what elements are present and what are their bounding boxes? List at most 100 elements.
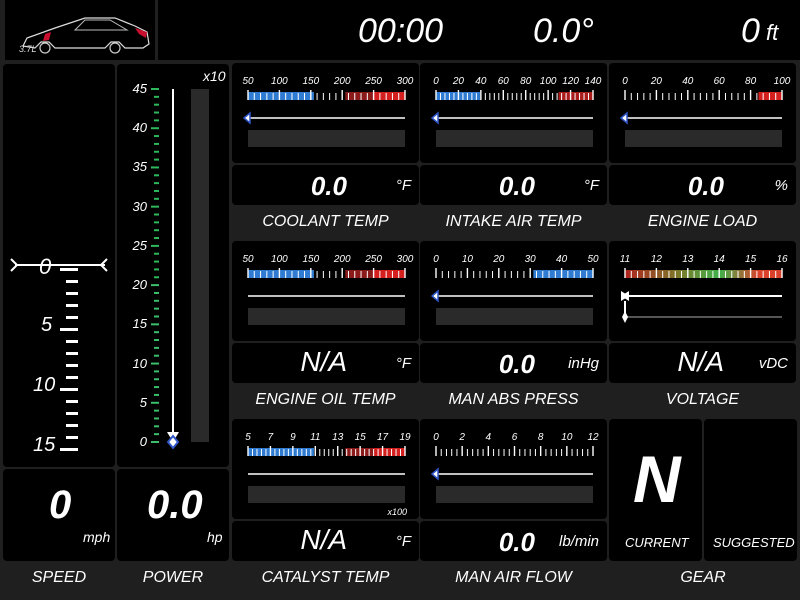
catalyst-value: N/A [300, 524, 347, 555]
speed-tape-panel: 0 5 10 15 [3, 64, 115, 467]
catalyst-scale-label: 17 [377, 432, 389, 443]
catalyst-scale-label: 19 [399, 432, 411, 443]
power-scale-label: 10 [132, 355, 147, 371]
speed-value: 0 [49, 483, 72, 527]
load-scale-label: 20 [650, 76, 663, 87]
oil-scale-label: 50 [242, 254, 254, 265]
coolant-scale-label: 300 [397, 76, 414, 87]
maf-value-panel: 0.0 lb/min [420, 521, 607, 561]
power-scale-tick [154, 378, 159, 381]
oil-scale-label: 200 [333, 254, 351, 265]
power-scale-label: 40 [132, 120, 147, 136]
power-scale-tick [151, 244, 159, 247]
power-scale-tick [154, 229, 159, 232]
power-scale-tick [151, 166, 159, 169]
speed-tape-tick [66, 352, 78, 355]
catalyst-scale-label: 5 [245, 432, 251, 443]
map-scale: 0 10 20 30 40 50 [430, 254, 599, 325]
voltage-scale-label: 13 [682, 254, 694, 265]
catalyst-scale-label: 9 [290, 432, 296, 443]
coolant-scale-label: 100 [271, 76, 288, 87]
power-scale-tick [154, 260, 159, 263]
speed-tape-tick [66, 280, 78, 283]
intake-scale-label: 60 [498, 76, 510, 87]
oil-value-panel: N/A °F [232, 343, 419, 383]
map-scale-label: 0 [433, 254, 439, 265]
power-scale-label: 25 [132, 237, 147, 253]
voltage-title: VOLTAGE [665, 391, 740, 408]
load-scale: 0 20 40 60 80 100 [619, 76, 791, 147]
speed-tape-tick [60, 448, 78, 451]
power-scale-tick [154, 370, 159, 373]
power-title: POWER [142, 569, 204, 586]
catalyst-scale: 5 7 9 11 13 15 17 19 x100 [245, 432, 411, 517]
speed-tape-tick [66, 400, 78, 403]
coolant-unit: °F [395, 177, 411, 194]
intake-scale-label: 40 [475, 76, 487, 87]
power-scale-tick [154, 409, 159, 412]
intake-scale-panel: 0 20 40 60 80 100 120 140 [420, 63, 607, 163]
load-scale-label: 60 [714, 76, 726, 87]
power-scale-label: 0 [139, 434, 147, 449]
maf-unit: lb/min [558, 533, 599, 550]
oil-title: ENGINE OIL TEMP [255, 391, 396, 408]
header-logo-panel: 3.7L [5, 0, 155, 60]
maf-title: MAN AIR FLOW [455, 569, 572, 586]
power-scale-tick [154, 197, 159, 200]
load-scale-label: 100 [774, 76, 791, 87]
power-scale-tick [151, 284, 159, 287]
speed-value-panel: 0 mph [3, 469, 115, 561]
speed-tape-tick [66, 424, 78, 427]
maf-scale-panel: 0 2 4 6 8 10 12 [420, 419, 607, 519]
voltage-unit: vDC [758, 355, 788, 372]
power-scale-tick [154, 252, 159, 255]
speed-unit: mph [83, 529, 111, 545]
clock-readout: 00:00 [358, 12, 444, 50]
coolant-scale-label: 150 [302, 76, 319, 87]
power-scale-label: 35 [132, 159, 147, 175]
pointer-icon [430, 289, 439, 303]
coolant-scale: 50 100 150 200 250 300 [242, 76, 414, 147]
map-value-panel: 0.0 inHg [420, 343, 607, 383]
power-scale-tick [154, 354, 159, 357]
load-value-panel: 0.0% [609, 165, 796, 205]
intake-scale-label: 0 [433, 76, 439, 87]
voltage-scale-label: 11 [620, 254, 630, 265]
power-scale-tick [154, 111, 159, 114]
pointer-icon [242, 111, 251, 125]
power-scale-tick [154, 276, 159, 279]
power-scale-tick [154, 189, 159, 192]
speed-indicator-value: 0 [39, 254, 52, 279]
speed-tape-tick [66, 316, 78, 319]
power-scale-tick [154, 291, 159, 294]
engine-badge: 3.7L [19, 44, 37, 54]
power-pointer-icon [166, 434, 180, 450]
voltage-scale: 11 12 13 14 15 16 [620, 254, 788, 323]
oil-scale: 50 100 150 200 250 300 [242, 254, 414, 325]
intake-title: INTAKE AIR TEMP [445, 213, 582, 230]
gear-suggested-label: SUGGESTED [713, 535, 795, 550]
power-scale-tick [154, 135, 159, 138]
power-scale-tick [151, 401, 159, 404]
power-scale-tick [154, 95, 159, 98]
altitude-value: 0 [741, 12, 760, 50]
map-value: 0.0 [498, 349, 535, 379]
catalyst-value-panel: N/A °F [232, 521, 419, 561]
speed-tape-tick [66, 412, 78, 415]
gear-current-label: CURRENT [625, 535, 689, 550]
map-scale-panel: 0 10 20 30 40 50 [420, 241, 607, 341]
catalyst-scale-label: 11 [310, 432, 320, 443]
intake-scale: 0 20 40 60 80 100 120 140 [430, 76, 602, 147]
header-readout-panel: 00:00 0.0° 0 ft [158, 0, 800, 60]
power-scale-tick [151, 88, 159, 90]
power-scale-tick [154, 103, 159, 106]
speed-tape-tick [66, 364, 78, 367]
oil-value: N/A [300, 346, 347, 377]
maf-scale-label: 4 [486, 432, 492, 443]
voltage-value-panel: N/A vDC [609, 343, 796, 383]
coolant-title: COOLANT TEMP [262, 213, 389, 230]
gear-title: GEAR [680, 569, 726, 586]
intake-scale-label: 20 [452, 76, 465, 87]
power-scale-tick [154, 417, 159, 420]
speed-tape-tick [66, 376, 78, 379]
